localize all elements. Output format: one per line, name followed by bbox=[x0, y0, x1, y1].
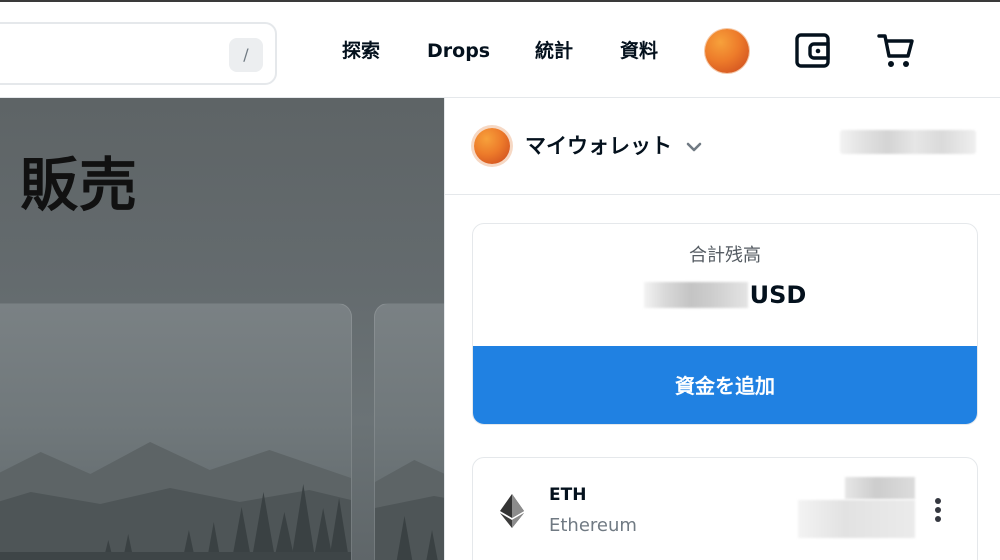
ethereum-icon bbox=[500, 494, 524, 528]
nav-stats[interactable]: 統計 bbox=[535, 38, 573, 64]
token-row[interactable]: ETH Ethereum bbox=[472, 457, 978, 560]
more-options-icon[interactable] bbox=[929, 496, 947, 526]
search-shortcut-key: / bbox=[229, 38, 263, 72]
profile-avatar[interactable] bbox=[705, 29, 749, 73]
search-bar[interactable]: / bbox=[0, 22, 277, 85]
chevron-down-icon[interactable] bbox=[683, 136, 705, 158]
collection-card[interactable] bbox=[0, 303, 352, 560]
token-balance-usd-redacted bbox=[798, 500, 915, 538]
total-balance-label: 合計残高 bbox=[689, 245, 761, 266]
cart-icon[interactable] bbox=[877, 32, 915, 70]
page-title: 販売 bbox=[20, 151, 139, 219]
page-backdrop: 販売 bbox=[0, 98, 444, 560]
total-balance-currency: USD bbox=[749, 281, 807, 309]
collection-card[interactable] bbox=[374, 303, 444, 560]
token-symbol: ETH bbox=[549, 485, 587, 505]
wallet-avatar bbox=[474, 128, 510, 164]
nav-drops[interactable]: Drops bbox=[427, 38, 490, 64]
nav-resources[interactable]: 資料 bbox=[620, 38, 658, 64]
landscape-image bbox=[0, 442, 351, 560]
add-funds-button[interactable]: 資金を追加 bbox=[473, 346, 977, 424]
total-balance-row: USD bbox=[473, 280, 977, 312]
token-name: Ethereum bbox=[549, 515, 637, 536]
total-balance-amount-redacted bbox=[643, 282, 748, 308]
nav-explore[interactable]: 探索 bbox=[342, 38, 380, 64]
total-balance-card: 合計残高 USD 資金を追加 bbox=[472, 223, 978, 425]
search-input[interactable] bbox=[6, 38, 206, 70]
top-navbar: / 探索 Drops 統計 資料 bbox=[0, 0, 1000, 98]
wallet-address-redacted[interactable] bbox=[840, 130, 976, 154]
wallet-title[interactable]: マイウォレット bbox=[525, 132, 672, 160]
wallet-icon[interactable] bbox=[795, 32, 833, 70]
token-balance-redacted bbox=[845, 477, 915, 499]
wallet-panel: マイウォレット 合計残高 USD 資金を追加 ETH Ethereum bbox=[444, 98, 1000, 560]
landscape-image bbox=[375, 460, 444, 560]
wallet-header: マイウォレット bbox=[445, 98, 1000, 195]
